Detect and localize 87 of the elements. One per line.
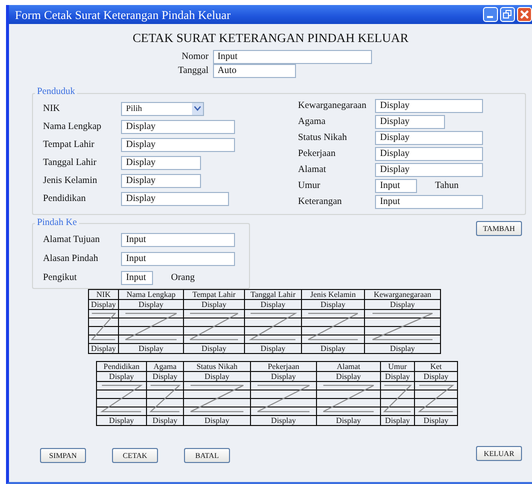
input-field[interactable]: Input [121,232,235,247]
table-cell: Display [364,343,440,354]
table-cell: Display [316,415,380,426]
table-cell: Display [118,343,184,354]
input-field[interactable]: Display [121,174,201,188]
column-header: Agama [146,361,184,372]
window-title: Form Cetak Surat Keterangan Pindah Keluar [15,6,231,24]
field-label: Tempat Lahir [43,138,96,152]
input-field[interactable]: Input [375,178,417,193]
input-field[interactable]: Display [121,192,229,206]
field-label: Alasan Pindah [43,252,100,266]
field-label: Status Nikah [298,132,348,145]
input-field[interactable]: Display [375,146,483,161]
table-cell: Display [250,371,316,382]
input-field[interactable]: Display [375,130,483,145]
field-label: Keterangan [298,196,343,209]
input-field[interactable]: Input [375,194,483,209]
column-header: Tempat Lahir [184,289,244,300]
input-field[interactable]: Display [121,138,235,152]
close-icon [520,10,529,19]
field-label: Umur [298,180,322,193]
dropdown[interactable]: Pilih [121,102,204,116]
table-cell: Display [380,371,414,382]
table-cell: Display [414,415,458,426]
field-label: Agama [298,116,326,129]
field-label: Tanggal [177,65,208,78]
column-header: NIK [88,289,118,300]
field-label: Nomor [180,50,208,64]
field-label: NIK [43,102,61,116]
table-cell: Display [146,371,184,382]
table-cell: Display [184,299,244,310]
field-label: Pendidikan [43,192,87,206]
panel-title: Pindah Ke [36,218,78,228]
column-header: Tanggal Lahir [244,289,302,300]
table-cell: Display [184,415,250,426]
field-label: Alamat [298,164,327,177]
unit-label: Orang [171,272,195,285]
table-cell: Display [316,371,380,382]
table-cell: Display [364,299,440,310]
column-header: Alamat [316,361,380,372]
field-label: Alamat Tujuan [43,234,101,247]
table-cell: Display [414,371,458,382]
field-label: Jenis Kelamin [43,174,98,188]
caret-icon [194,106,201,112]
close-button[interactable] [517,7,532,22]
field-label: Kewarganegaraan [298,100,368,113]
table-cell: Display [302,299,364,310]
table-cell: Display [146,415,184,426]
restore-button[interactable] [500,7,515,22]
table-cell: Display [380,415,414,426]
input-field[interactable]: Display [121,156,201,170]
table-cell: Display [244,299,302,310]
input-field[interactable]: Auto [212,64,296,78]
input-field[interactable]: Display [121,120,235,134]
input-field[interactable]: Display [375,98,483,113]
field-label: Pekerjaan [298,148,336,161]
column-header: Kewarganegaraan [364,289,440,300]
field-label: Tanggal Lahir [43,156,98,170]
input-field[interactable]: Display [375,114,445,129]
panel-title: Penduduk [36,88,76,98]
unit-label: Tahun [435,180,459,193]
table-cell: Display [250,415,316,426]
table-cell: Display [244,343,302,354]
minimize-button[interactable] [483,7,498,22]
table-cell: Display [302,343,364,354]
input-field[interactable]: Input [212,50,372,64]
column-header: Ket [414,361,458,372]
input-field[interactable]: Input [121,252,235,266]
table-cell: Display [184,371,250,382]
column-header: Umur [380,361,414,372]
column-header: Status Nikah [184,361,250,372]
table-cell: Display [96,371,146,382]
column-header: Pekerjaan [250,361,316,372]
column-header: Nama Lengkap [118,289,184,300]
table-cell: Display [96,415,146,426]
table-cell: Display [118,299,184,310]
column-header: Jenis Kelamin [302,289,364,300]
table-cell: Display [88,299,118,310]
input-field[interactable]: Input [121,270,153,285]
table-cell: Display [88,343,118,354]
form-heading: CETAK SURAT KETERANGAN PINDAH KELUAR [132,30,410,47]
column-header: Pendidikan [96,361,146,372]
restore-icon [503,10,512,19]
table-cell: Display [184,343,244,354]
field-label: Pengikut [43,272,78,285]
input-field[interactable]: Display [375,162,483,177]
field-label: Nama Lengkap [43,120,102,134]
